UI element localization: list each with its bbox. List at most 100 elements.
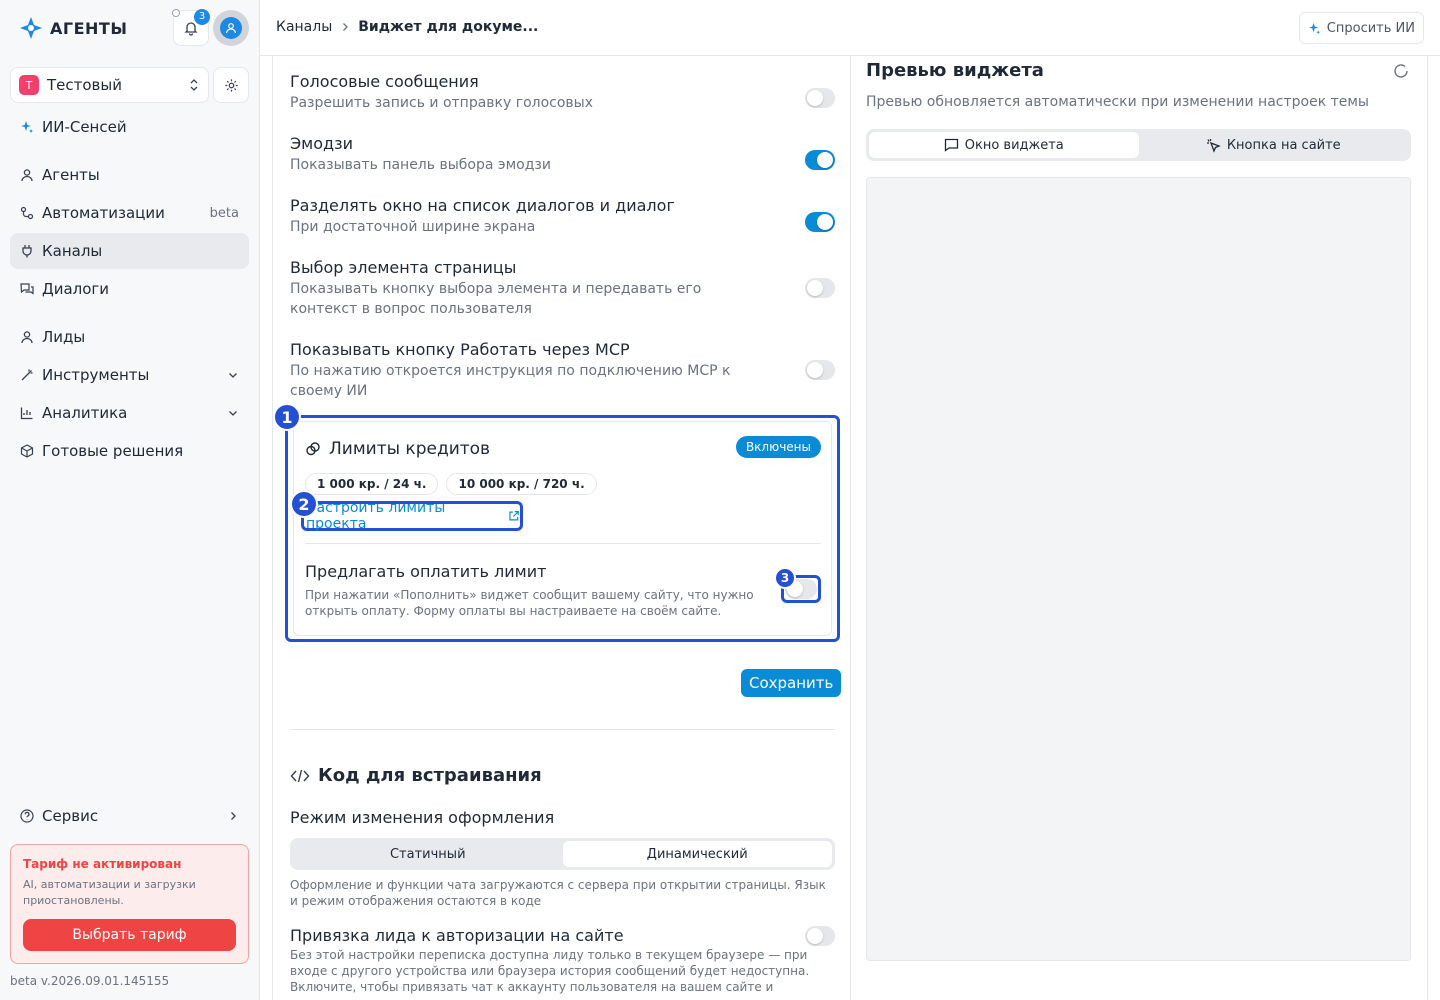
divider <box>305 543 821 544</box>
sidebar-item-solutions[interactable]: Готовые решения <box>10 433 249 469</box>
breadcrumb: Каналы Виджет для докуме... <box>276 19 538 35</box>
loading-indicator <box>172 9 180 17</box>
sidebar-item-analytics[interactable]: Аналитика <box>10 395 249 431</box>
setting-title: Эмодзи <box>290 134 353 153</box>
split-window-toggle[interactable] <box>805 212 835 232</box>
setting-split-window: Разделять окно на список диалогов и диал… <box>290 196 835 237</box>
configure-limits-label: Настроить лимиты проекта <box>306 500 446 532</box>
breadcrumb-channels[interactable]: Каналы <box>276 19 332 35</box>
mode-static[interactable]: Статичный <box>293 841 563 867</box>
project-select[interactable]: Т Тестовый <box>10 67 209 103</box>
sidebar-item-label: Инструменты <box>42 366 150 384</box>
sidebar-item-tools[interactable]: Инструменты <box>10 357 249 393</box>
ask-ai-button[interactable]: Спросить ИИ <box>1298 12 1424 44</box>
limits-status-badge: Включены <box>735 436 821 458</box>
sparkle-icon <box>1308 22 1320 34</box>
chevron-down-icon <box>229 373 237 378</box>
sidebar-item-automations[interactable]: Автоматизации beta <box>10 195 249 231</box>
tab-label: Окно виджета <box>964 137 1064 153</box>
setting-emoji: Эмодзи Показывать панель выбора эмодзи <box>290 134 835 175</box>
user-icon <box>20 168 34 182</box>
user-avatar[interactable] <box>213 10 249 46</box>
sidebar-item-service[interactable]: Сервис <box>10 798 249 834</box>
coins-icon <box>306 442 320 456</box>
mode-dynamic[interactable]: Динамический <box>562 841 832 867</box>
setting-title: Привязка лида к авторизации на сайте <box>290 926 624 945</box>
cursor-click-icon <box>1206 138 1221 153</box>
setting-description: Показывать панель выбора эмодзи <box>290 157 551 173</box>
mcp-button-toggle[interactable] <box>805 360 835 380</box>
chevron-right-icon <box>231 812 236 820</box>
chevron-updown-icon <box>190 79 198 91</box>
project-avatar: Т <box>19 75 39 95</box>
notifications-button[interactable]: 3 <box>172 9 210 46</box>
divider <box>290 729 835 730</box>
preview-tabs: Окно виджета Кнопка на сайте <box>866 129 1411 161</box>
chevron-down-icon <box>229 411 237 416</box>
offer-payment-description: При нажатии «Пополнить» виджет сообщит в… <box>305 588 754 618</box>
embed-code-header: Код для встраивания <box>290 765 542 786</box>
tab-widget-window[interactable]: Окно виджета <box>869 132 1139 158</box>
setting-description: При достаточной ширине экрана <box>290 219 536 235</box>
wand-icon <box>20 368 34 382</box>
sidebar-item-label: Автоматизации <box>42 204 165 222</box>
app-logo[interactable]: АГЕНТЫ <box>18 14 127 42</box>
lead-auth-toggle[interactable] <box>805 926 835 946</box>
step-badge-3: 3 <box>774 567 796 589</box>
design-mode-description: Оформление и функции чата загружаются с … <box>290 878 826 908</box>
chevron-right-icon <box>343 23 349 31</box>
sidebar-item-label: Агенты <box>42 166 100 184</box>
element-picker-toggle[interactable] <box>805 278 835 298</box>
plug-icon <box>20 244 34 258</box>
tariff-title: Тариф не активирован <box>23 857 182 871</box>
tariff-warning-card: Тариф не активирован AI, автоматизации и… <box>10 844 249 964</box>
workflow-icon <box>20 206 34 220</box>
setting-title: Голосовые сообщения <box>290 72 479 91</box>
sidebar-item-leads[interactable]: Лиды <box>10 319 249 355</box>
limit-chips: 1 000 кр. / 24 ч. 10 000 кр. / 720 ч. <box>305 473 597 495</box>
sidebar-item-agents[interactable]: Агенты <box>10 157 249 193</box>
configure-limits-link[interactable]: Настроить лимиты проекта <box>301 500 523 532</box>
voice-messages-toggle[interactable] <box>805 88 835 108</box>
sidebar-item-label: ИИ-Сенсей <box>42 118 127 136</box>
setting-description: Без этой настройки переписка доступна ли… <box>290 948 810 1000</box>
notifications-badge: 3 <box>194 9 210 25</box>
breadcrumb-current: Виджет для докуме... <box>358 19 539 35</box>
offer-payment-title: Предлагать оплатить лимит <box>305 562 547 581</box>
user-icon <box>20 330 34 344</box>
setting-element-picker: Выбор элемента страницы Показывать кнопк… <box>290 258 835 319</box>
chat-icon <box>20 282 34 296</box>
preview-title: Превью виджета <box>866 60 1044 81</box>
sidebar-item-ai-sensei[interactable]: ИИ-Сенсей <box>10 109 249 145</box>
app-version: beta v.2026.09.01.145155 <box>10 974 170 988</box>
setting-lead-auth: Привязка лида к авторизации на сайте Без… <box>290 926 835 1000</box>
sidebar-item-channels[interactable]: Каналы <box>10 233 249 269</box>
sidebar-item-label: Готовые решения <box>42 442 184 460</box>
sidebar-item-label: Каналы <box>42 242 103 260</box>
project-name: Тестовый <box>47 76 122 94</box>
sparkle-icon <box>20 120 34 134</box>
gear-icon <box>224 78 238 92</box>
tariff-text: AI, автоматизации и загрузки приостановл… <box>23 878 196 907</box>
sidebar-item-label: Диалоги <box>42 280 110 298</box>
design-mode-label: Режим изменения оформления <box>290 808 555 827</box>
emoji-toggle[interactable] <box>805 150 835 170</box>
box-icon <box>20 444 34 458</box>
step-badge-1: 1 <box>273 403 301 431</box>
beta-badge: beta <box>209 205 239 221</box>
save-button[interactable]: Сохранить <box>741 669 842 697</box>
code-icon <box>290 769 310 782</box>
setting-title: Показывать кнопку Работать через MCP <box>290 340 630 359</box>
choose-tariff-button[interactable]: Выбрать тариф <box>23 919 236 951</box>
sidebar-item-dialogs[interactable]: Диалоги <box>10 271 249 307</box>
sidebar-item-label: Аналитика <box>42 404 128 422</box>
project-settings-button[interactable] <box>213 67 249 103</box>
divider <box>1427 56 1428 1000</box>
credit-limits-header: Лимиты кредитов <box>305 439 490 459</box>
tab-site-button[interactable]: Кнопка на сайте <box>1139 132 1409 158</box>
refresh-icon[interactable] <box>1392 62 1410 80</box>
setting-description: По нажатию откроется инструкция по подкл… <box>290 363 731 399</box>
help-icon <box>20 809 34 823</box>
widget-settings-panel: Голосовые сообщения Разрешить запись и о… <box>272 56 851 1000</box>
user-icon <box>225 23 237 34</box>
